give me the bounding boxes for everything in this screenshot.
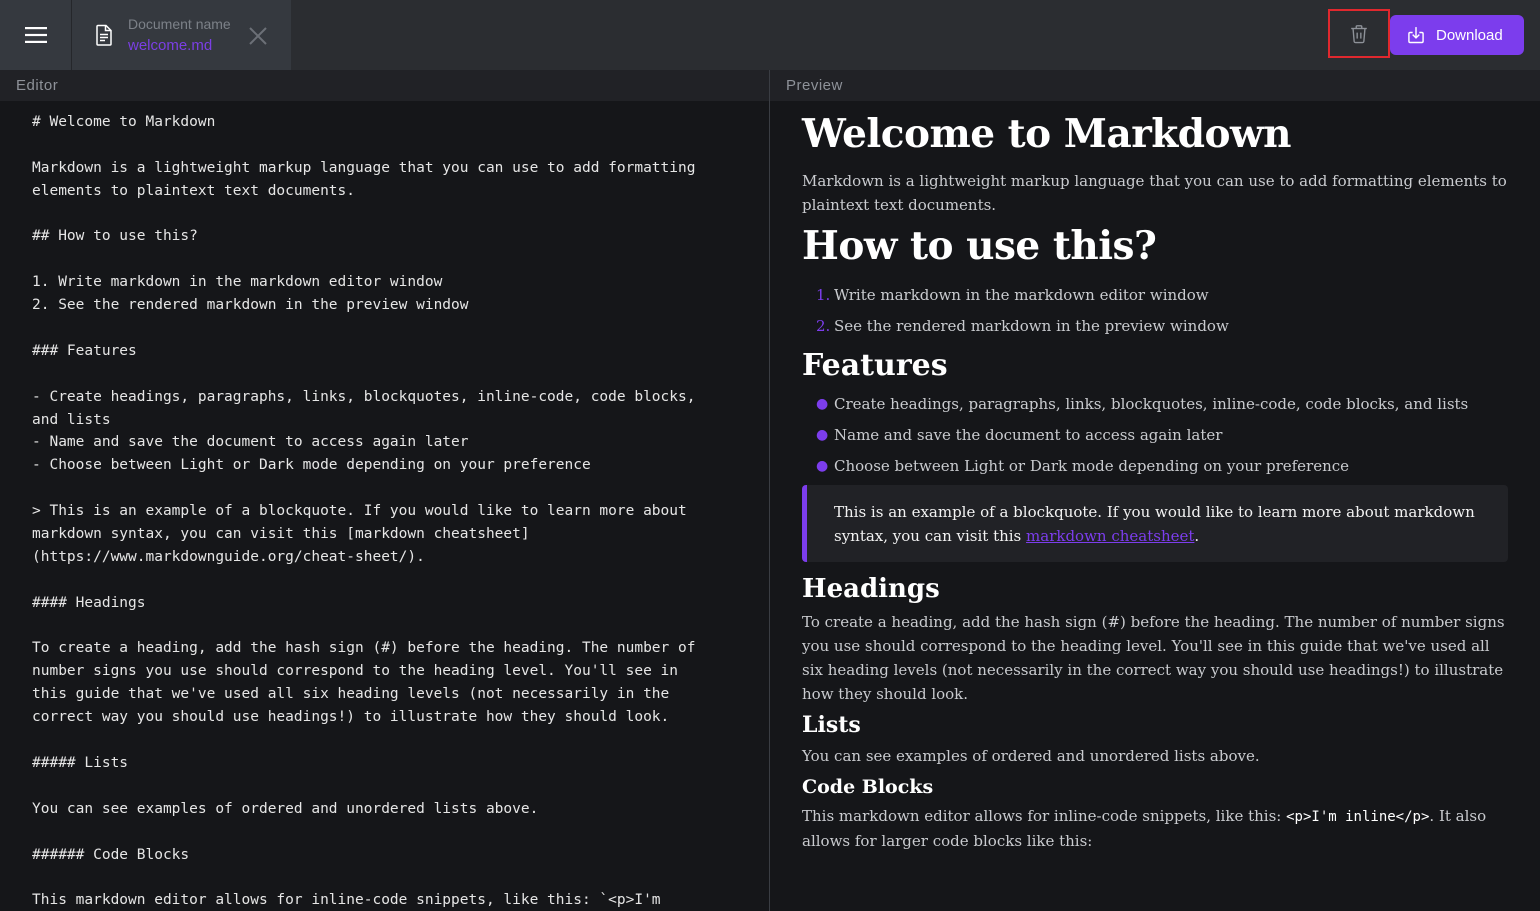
editor-header: Editor xyxy=(0,70,770,101)
list-item: ● Create headings, paragraphs, links, bl… xyxy=(816,392,1508,416)
headings-paragraph: To create a heading, add the hash sign (… xyxy=(802,613,1505,703)
close-icon[interactable] xyxy=(246,24,270,48)
editor-line[interactable] xyxy=(32,615,737,638)
editor-line[interactable]: Markdown is a lightweight markup languag… xyxy=(32,157,737,180)
editor-line[interactable]: correct way you should use headings!) to… xyxy=(32,706,737,729)
blockquote-text-after: . xyxy=(1194,527,1200,545)
preview-h6: Code Blocks xyxy=(802,776,934,798)
list-marker: 2. xyxy=(816,317,831,335)
editor-line[interactable]: 2. See the rendered markdown in the prev… xyxy=(32,294,737,317)
list-marker: 1. xyxy=(816,286,831,304)
preview-h1: Welcome to Markdown xyxy=(802,111,1292,157)
lists-paragraph: You can see examples of ordered and unor… xyxy=(802,747,1260,765)
delete-document-button[interactable] xyxy=(1328,9,1390,58)
list-item: 1. Write markdown in the markdown editor… xyxy=(816,283,1508,307)
code-text-before: This markdown editor allows for inline-c… xyxy=(802,807,1287,825)
editor-line[interactable]: (https://www.markdownguide.org/cheat-she… xyxy=(32,546,737,569)
list-item-text: See the rendered markdown in the preview… xyxy=(834,317,1229,335)
menu-button[interactable] xyxy=(0,0,71,70)
editor-line[interactable] xyxy=(32,729,737,752)
editor-line[interactable]: ###### Code Blocks xyxy=(32,844,737,867)
editor-line[interactable] xyxy=(32,134,737,157)
editor-line[interactable]: #### Headings xyxy=(32,592,737,615)
editor-line[interactable]: this guide that we've used all six headi… xyxy=(32,683,737,706)
editor-line[interactable]: and lists xyxy=(32,409,737,432)
list-item-text: Choose between Light or Dark mode depend… xyxy=(834,457,1350,475)
document-icon xyxy=(96,24,112,46)
preview-ordered-list: 1. Write markdown in the markdown editor… xyxy=(816,283,1508,338)
document-name[interactable]: welcome.md xyxy=(128,37,212,54)
editor-line[interactable]: ##### Lists xyxy=(32,752,737,775)
editor-line[interactable]: ## How to use this? xyxy=(32,225,737,248)
top-bar: Document name welcome.md Download xyxy=(0,0,1540,70)
editor-line[interactable]: elements to plaintext text documents. xyxy=(32,180,737,203)
download-icon xyxy=(1408,27,1424,44)
code-blocks-paragraph: This markdown editor allows for inline-c… xyxy=(802,804,1508,853)
preview-header: Preview xyxy=(770,70,1540,101)
list-item: ● Name and save the document to access a… xyxy=(816,423,1508,447)
editor-line[interactable] xyxy=(32,775,737,798)
list-item: ● Choose between Light or Dark mode depe… xyxy=(816,454,1508,478)
preview-h4: Headings xyxy=(802,574,940,604)
document-name-label: Document name xyxy=(128,16,231,32)
download-button[interactable]: Download xyxy=(1390,15,1524,55)
bullet-icon: ● xyxy=(816,396,829,412)
preview-bullet-list: ● Create headings, paragraphs, links, bl… xyxy=(816,392,1508,478)
list-item-text: Name and save the document to access aga… xyxy=(834,426,1223,444)
hamburger-menu-icon xyxy=(24,27,47,43)
editor-line[interactable]: You can see examples of ordered and unor… xyxy=(32,798,737,821)
editor-line[interactable] xyxy=(32,477,737,500)
preview-h5: Lists xyxy=(802,712,861,738)
editor-line[interactable]: To create a heading, add the hash sign (… xyxy=(32,637,737,660)
bullet-icon: ● xyxy=(816,427,829,443)
list-item: 2. See the rendered markdown in the prev… xyxy=(816,314,1508,338)
editor-line[interactable]: - Choose between Light or Dark mode depe… xyxy=(32,454,737,477)
editor-line[interactable]: # Welcome to Markdown xyxy=(32,111,737,134)
blockquote-text: This is an example of a blockquote. If y… xyxy=(834,500,1484,548)
cheatsheet-link[interactable]: markdown cheatsheet xyxy=(1026,527,1194,545)
editor-line[interactable] xyxy=(32,248,737,271)
trash-icon xyxy=(1351,24,1367,43)
editor-line[interactable]: This markdown editor allows for inline-c… xyxy=(32,889,737,911)
markdown-editor[interactable]: # Welcome to Markdown Markdown is a light… xyxy=(0,101,770,911)
editor-line[interactable] xyxy=(32,363,737,386)
editor-line[interactable]: 1. Write markdown in the markdown editor… xyxy=(32,271,737,294)
preview-intro-paragraph: Markdown is a lightweight markup languag… xyxy=(802,172,1507,214)
list-item-text: Create headings, paragraphs, links, bloc… xyxy=(834,395,1469,413)
inline-code: <p>I'm inline</p> xyxy=(1286,809,1430,825)
bullet-icon: ● xyxy=(816,458,829,474)
download-label: Download xyxy=(1436,26,1503,44)
editor-line[interactable]: > This is an example of a blockquote. If… xyxy=(32,500,737,523)
markdown-preview: Welcome to Markdown Markdown is a lightw… xyxy=(770,101,1540,911)
preview-h2: How to use this? xyxy=(802,223,1157,269)
editor-line[interactable] xyxy=(32,203,737,226)
editor-line[interactable] xyxy=(32,821,737,844)
editor-line[interactable]: - Create headings, paragraphs, links, bl… xyxy=(32,386,737,409)
preview-h3: Features xyxy=(802,348,948,383)
editor-text[interactable]: # Welcome to Markdown Markdown is a light… xyxy=(32,111,737,911)
document-tab: Document name welcome.md xyxy=(71,0,291,70)
editor-line[interactable]: - Name and save the document to access a… xyxy=(32,431,737,454)
editor-line[interactable] xyxy=(32,866,737,889)
list-item-text: Write markdown in the markdown editor wi… xyxy=(834,286,1209,304)
editor-line[interactable] xyxy=(32,569,737,592)
editor-line[interactable] xyxy=(32,317,737,340)
editor-line[interactable]: markdown syntax, you can visit this [mar… xyxy=(32,523,737,546)
editor-line[interactable]: ### Features xyxy=(32,340,737,363)
editor-line[interactable]: number signs you use should correspond t… xyxy=(32,660,737,683)
preview-blockquote: This is an example of a blockquote. If y… xyxy=(802,485,1508,562)
